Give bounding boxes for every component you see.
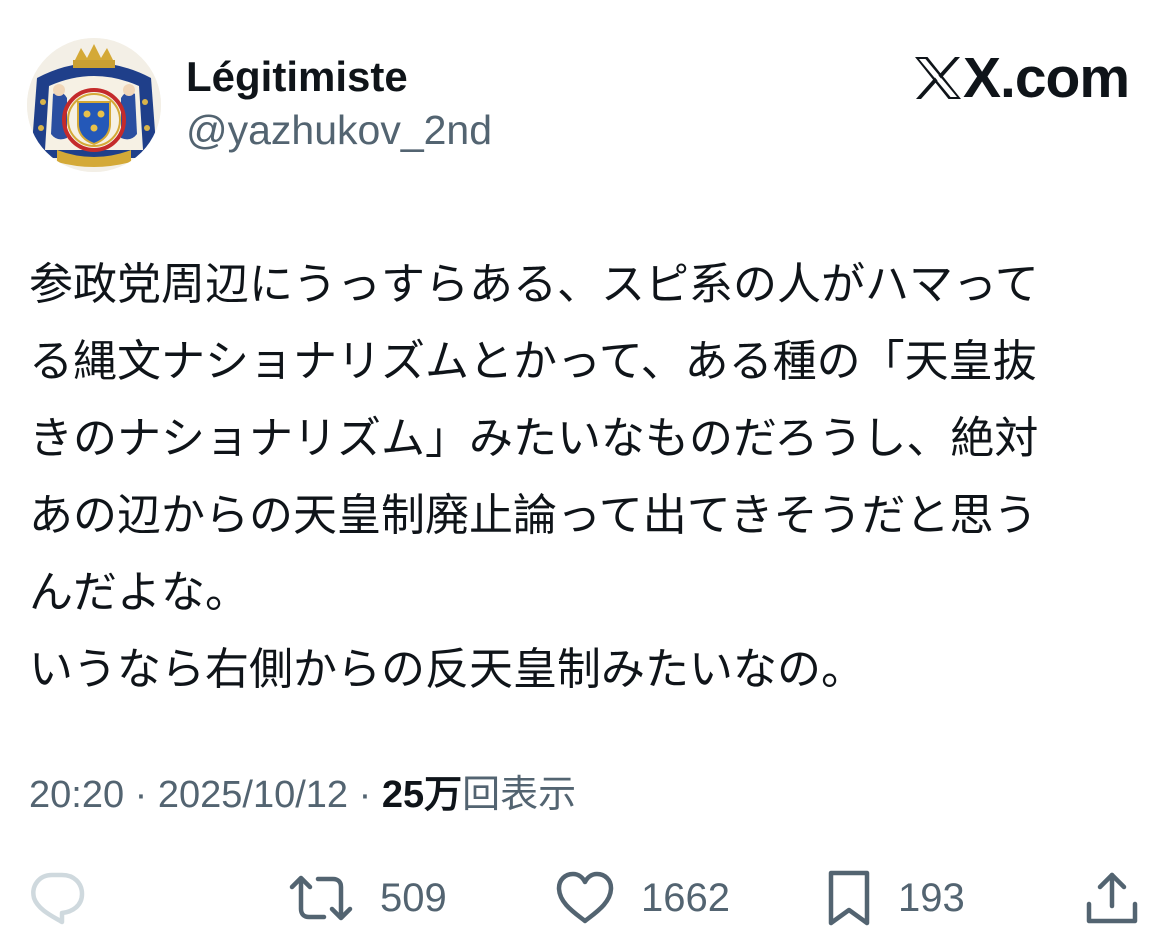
views-label: 回表示 [462, 774, 577, 816]
user-handle[interactable]: @yazhukov_2nd [186, 105, 492, 155]
coat-of-arms-avatar-icon [27, 38, 161, 172]
tweet-line: あの辺からの天皇制廃止論って出てきそうだと思う [29, 490, 1038, 541]
brand-domain: X.com [963, 46, 1130, 110]
tweet-time[interactable]: 20:20 [29, 774, 124, 816]
tweet-date[interactable]: 2025/10/12 [158, 774, 348, 816]
tweet-line: 参政党周辺にうっすらある、スピ系の人がハマって [29, 259, 1039, 310]
display-name[interactable]: Légitimiste [186, 52, 408, 102]
x-brand-logo: X.com [915, 46, 1130, 110]
reply-button[interactable] [28, 866, 86, 930]
meta-separator: · [124, 774, 158, 816]
repost-count: 509 [380, 876, 447, 920]
views-count: 25万 [381, 774, 463, 816]
like-count: 1662 [641, 876, 730, 920]
tweet-line: きのナショナリズム」みたいなものだろうし、絶対 [29, 413, 1039, 464]
heart-icon [556, 871, 614, 924]
bookmark-count: 193 [898, 876, 965, 920]
repost-icon [289, 875, 353, 921]
share-button[interactable] [1084, 866, 1140, 930]
reply-icon [31, 872, 85, 925]
tweet-text: 参政党周辺にうっすらある、スピ系の人がハマって る縄文ナショナリズムとかって、あ… [29, 246, 1139, 708]
like-button[interactable]: 1662 [555, 866, 730, 930]
avatar[interactable] [27, 38, 161, 172]
meta-separator: · [348, 774, 382, 816]
tweet-line: る縄文ナショナリズムとかって、ある種の「天皇抜 [29, 336, 1037, 387]
tweet-line: いうなら右側からの反天皇制みたいなの。 [29, 644, 865, 695]
share-icon [1086, 872, 1138, 924]
tweet-meta: 20:20 · 2025/10/12 · 25万回表示 [29, 770, 576, 820]
tweet-line: んだよな。 [29, 567, 249, 618]
x-logo-icon [915, 57, 961, 99]
repost-button[interactable]: 509 [288, 866, 447, 930]
bookmark-icon [828, 870, 870, 926]
bookmark-button[interactable]: 193 [826, 866, 965, 930]
